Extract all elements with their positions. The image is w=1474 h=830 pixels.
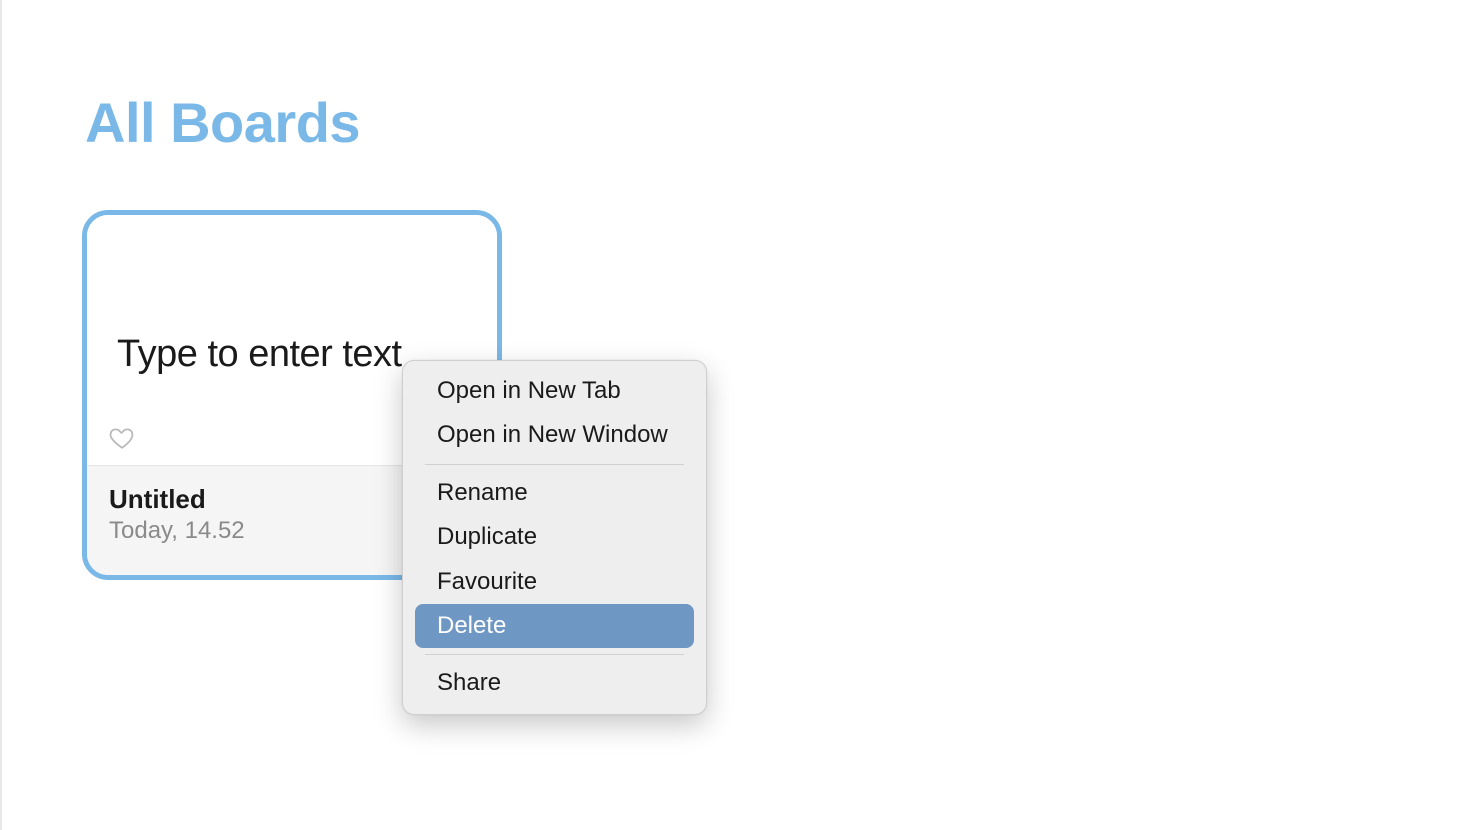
context-menu: Open in New Tab Open in New Window Renam… bbox=[402, 360, 707, 715]
page-title: All Boards bbox=[85, 90, 360, 155]
heart-icon[interactable] bbox=[109, 425, 135, 451]
menu-item-share[interactable]: Share bbox=[415, 661, 694, 705]
sidebar-edge bbox=[0, 0, 2, 830]
menu-item-open-new-window[interactable]: Open in New Window bbox=[415, 413, 694, 457]
menu-item-favourite[interactable]: Favourite bbox=[415, 560, 694, 604]
menu-separator bbox=[425, 464, 684, 465]
menu-item-rename[interactable]: Rename bbox=[415, 471, 694, 515]
menu-separator bbox=[425, 654, 684, 655]
menu-item-open-new-tab[interactable]: Open in New Tab bbox=[415, 369, 694, 413]
menu-item-duplicate[interactable]: Duplicate bbox=[415, 515, 694, 559]
menu-item-delete[interactable]: Delete bbox=[415, 604, 694, 648]
